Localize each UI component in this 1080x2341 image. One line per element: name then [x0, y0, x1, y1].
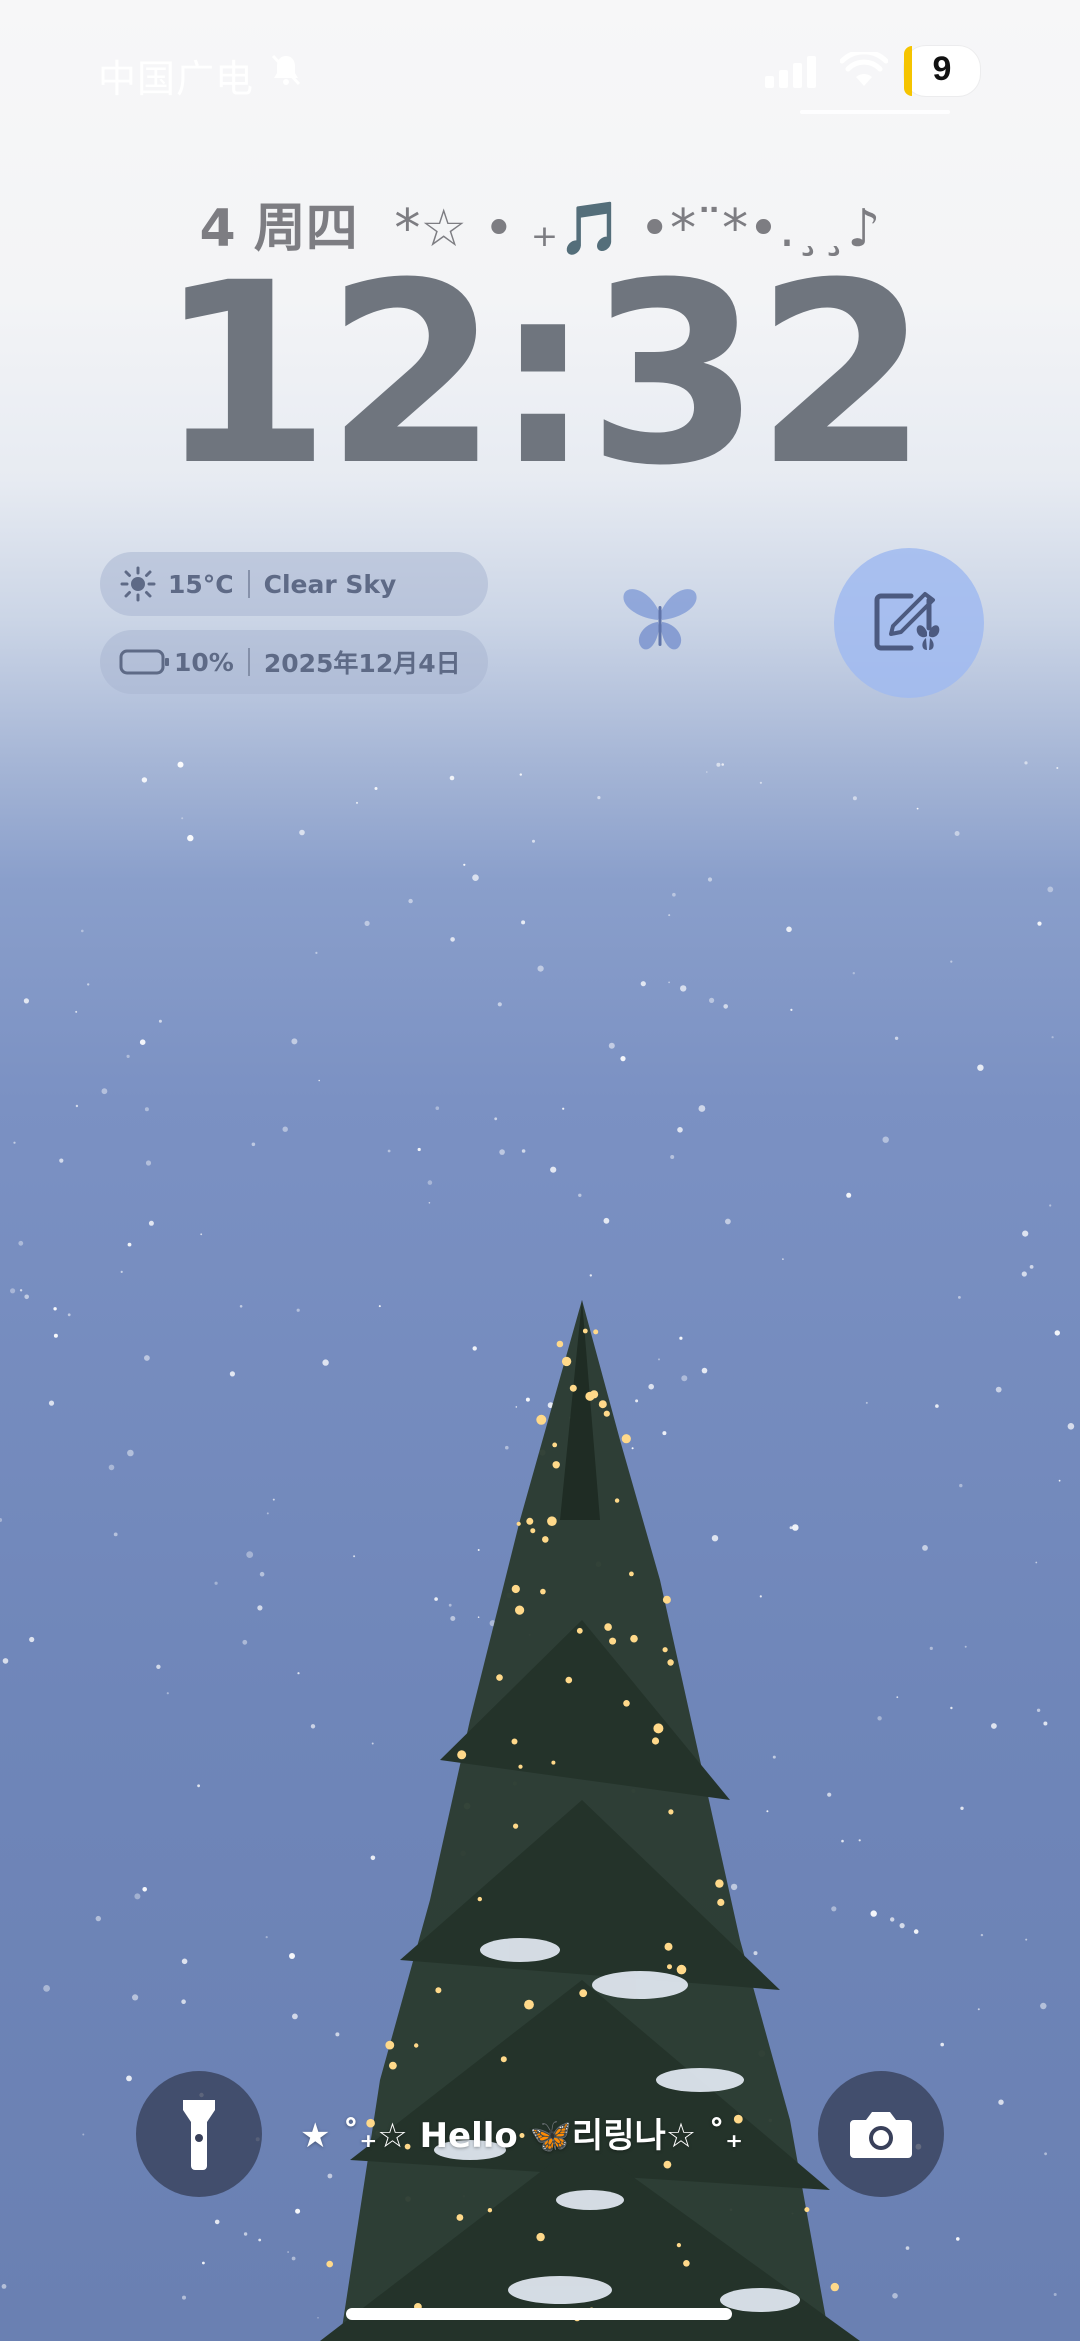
- tree-light: [604, 1623, 612, 1631]
- battery-outline-icon: [118, 642, 172, 682]
- tree-light: [614, 1498, 620, 1503]
- tree-light: [565, 1676, 573, 1684]
- weather-widget[interactable]: 15°C Clear Sky: [100, 552, 488, 616]
- tree-light: [414, 2043, 419, 2048]
- battery-date-widget[interactable]: 10% 2025年12月4日: [100, 630, 488, 694]
- tree-light: [518, 1764, 523, 1769]
- weather-condition: Clear Sky: [263, 569, 397, 599]
- camera-icon: [850, 2112, 912, 2158]
- battery-icon: 9: [904, 46, 980, 96]
- tree-light: [516, 1521, 521, 1526]
- tree-light: [582, 1328, 588, 1334]
- carrier-name: 中国广电: [98, 57, 255, 101]
- signal-icon: [765, 56, 816, 88]
- flashlight-icon: [183, 2100, 215, 2170]
- tree-light: [717, 1898, 725, 1906]
- tree-light: [609, 1637, 617, 1645]
- tree-light: [561, 1356, 572, 1367]
- tree-light: [552, 1461, 560, 1469]
- tree-light: [524, 1999, 534, 2010]
- tree-light: [435, 1987, 442, 1994]
- tree-light: [830, 2282, 839, 2292]
- tree-light: [326, 2260, 334, 2268]
- tree-light: [487, 2208, 493, 2213]
- tree-light: [515, 1605, 525, 1615]
- tree-light: [653, 1723, 664, 1734]
- tree-light: [683, 2260, 690, 2267]
- tree-light: [576, 1627, 583, 1634]
- tree-light: [500, 2056, 507, 2063]
- tree-light: [662, 1647, 668, 1653]
- bell-muted-icon: [271, 54, 301, 86]
- battery-level: 9: [932, 50, 952, 88]
- status-bar: 中国广电 9: [0, 0, 1080, 140]
- tree-light: [551, 1760, 556, 1765]
- tree-light: [630, 1634, 638, 1643]
- tree-light: [556, 1340, 564, 1348]
- tree-light: [477, 1896, 482, 1902]
- butterfly-icon[interactable]: [620, 584, 700, 658]
- tree-light: [511, 1584, 520, 1594]
- tree-light: [668, 1809, 674, 1815]
- tree-light: [667, 1964, 672, 1970]
- tree-light: [457, 1750, 467, 1760]
- tree-light: [651, 1737, 660, 1745]
- tree-light: [542, 1536, 549, 1543]
- flashlight-button[interactable]: [136, 2071, 262, 2197]
- tree-light: [456, 2214, 464, 2221]
- camera-button[interactable]: [818, 2071, 944, 2197]
- tree-light: [530, 1528, 536, 1534]
- tree-light: [526, 1517, 534, 1525]
- tree-light: [496, 1674, 503, 1681]
- home-indicator[interactable]: [346, 2308, 732, 2320]
- tree-light: [676, 2243, 682, 2248]
- tree-light: [629, 1571, 634, 1577]
- lock-clock[interactable]: 12:32: [0, 250, 1080, 500]
- tree-light: [389, 2061, 397, 2070]
- tree-light: [552, 1442, 558, 1448]
- tree-light: [579, 1989, 588, 1998]
- tree-light: [664, 1942, 673, 1951]
- tree-light: [662, 1595, 671, 1604]
- tree-light: [623, 1700, 630, 1707]
- weather-temperature: 15°C: [168, 569, 234, 599]
- tree-light: [540, 1588, 546, 1595]
- sun-icon: [118, 564, 158, 604]
- bottom-greeting: ★ ˚₊☆ Hello 🦋리링나☆ ˚₊: [300, 2116, 744, 2156]
- tree-light: [385, 2040, 395, 2050]
- tree-light: [603, 1410, 610, 1417]
- tree-light: [676, 1964, 687, 1975]
- tree-light: [804, 2207, 810, 2213]
- tree-light: [536, 2232, 545, 2242]
- wifi-icon: [840, 52, 888, 86]
- status-underline: [800, 110, 950, 114]
- tree-light: [598, 1400, 607, 1409]
- edit-wallpaper-icon: [874, 592, 940, 651]
- battery-percent: 10%: [174, 647, 234, 677]
- divider: [247, 648, 250, 676]
- tree-light: [621, 1434, 631, 1444]
- tree-light: [569, 1384, 577, 1392]
- tree-light: [511, 1738, 518, 1745]
- tree-light: [547, 1516, 557, 1526]
- edit-wallpaper-button[interactable]: [834, 548, 984, 698]
- widget-date: 2025年12月4日: [263, 649, 461, 678]
- tree-light: [715, 1879, 724, 1888]
- tree-light: [663, 2160, 672, 2169]
- tree-light: [667, 1659, 674, 1666]
- tree-light: [593, 1329, 599, 1335]
- tree-light: [536, 1414, 547, 1425]
- tree-light: [590, 1390, 599, 1399]
- divider: [247, 570, 250, 598]
- tree-light: [513, 1823, 519, 1829]
